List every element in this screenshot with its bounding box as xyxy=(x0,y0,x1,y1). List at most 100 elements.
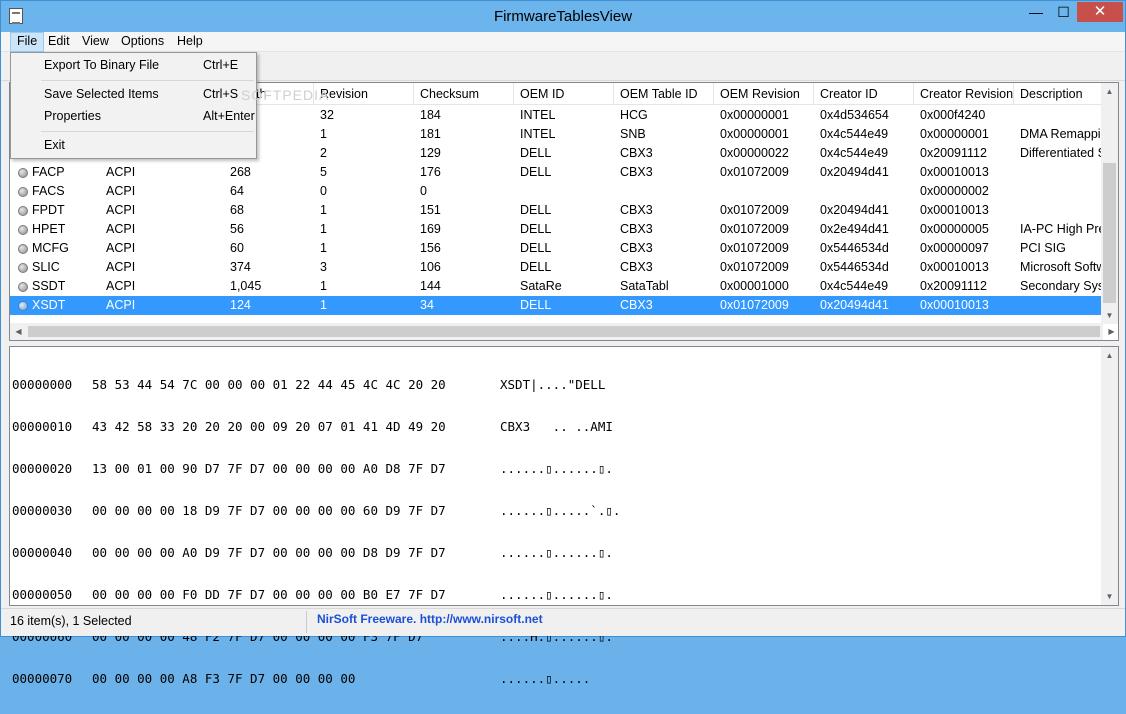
cell-revision: 1 xyxy=(320,222,327,236)
cell-length: 56 xyxy=(230,222,244,236)
hex-dump-panel[interactable]: 00000000 58 53 44 54 7C 00 00 00 01 22 44… xyxy=(9,346,1119,686)
menu-edit[interactable]: Edit xyxy=(42,32,76,52)
cell-revision: 1 xyxy=(320,279,327,293)
cell-oem-table-id: SNB xyxy=(620,127,646,141)
cell-description xyxy=(1020,201,1103,220)
cell-checksum: 0 xyxy=(420,184,427,198)
scroll-down-icon[interactable]: ▼ xyxy=(1101,307,1118,324)
cell-creator-revision: 0x00000097 xyxy=(920,241,989,255)
menu-file[interactable]: File xyxy=(10,32,45,52)
cell-oem-id: DELL xyxy=(520,260,552,274)
cell-oem-table-id: CBX3 xyxy=(620,298,653,312)
cell-oem-revision: 0x01072009 xyxy=(720,298,789,312)
cell-oem-revision: 0x01072009 xyxy=(720,241,789,255)
nirsoft-link[interactable]: NirSoft Freeware. http://www.nirsoft.net xyxy=(317,612,543,626)
cell-oem-revision: 0x00000001 xyxy=(720,108,789,122)
cell-description xyxy=(1020,163,1103,182)
cell-name: SLIC xyxy=(32,260,60,274)
cell-provider: ACPI xyxy=(106,203,136,217)
list-horizontal-thumb[interactable] xyxy=(28,326,1100,337)
table-row-selected[interactable]: XSDT ACPI 124 1 34 DELL CBX3 0x01072009 … xyxy=(10,296,1103,315)
cell-revision: 3 xyxy=(320,260,327,274)
table-row-icon xyxy=(18,187,28,197)
table-row[interactable]: FACP ACPI 268 5 176 DELL CBX3 0x01072009… xyxy=(10,163,1103,182)
cell-oem-id: SataRe xyxy=(520,279,562,293)
table-row[interactable]: HPET ACPI 56 1 169 DELL CBX3 0x01072009 … xyxy=(10,220,1103,239)
cell-creator-revision: 0x00010013 xyxy=(920,203,989,217)
menu-bar: File Edit View Options Help xyxy=(1,32,1125,52)
menu-view[interactable]: View xyxy=(76,32,115,52)
table-row-icon xyxy=(18,168,28,178)
column-header-description[interactable]: Description xyxy=(1014,83,1103,104)
cell-revision: 1 xyxy=(320,241,327,255)
cell-creator-revision: 0x00010013 xyxy=(920,260,989,274)
scroll-right-icon[interactable]: ▶ xyxy=(1103,323,1120,340)
cell-provider: ACPI xyxy=(106,222,136,236)
column-header-oem-revision[interactable]: OEM Revision xyxy=(714,83,814,104)
scroll-up-icon[interactable]: ▲ xyxy=(1101,83,1118,100)
table-row[interactable]: FACS ACPI 64 0 0 0x00000002 xyxy=(10,182,1103,201)
hex-line: 00000010 43 42 58 33 20 20 20 00 09 20 07… xyxy=(12,420,620,434)
menu-item-label: Save Selected Items xyxy=(44,87,159,101)
cell-name: SSDT xyxy=(32,279,66,293)
close-button[interactable]: ✕ xyxy=(1077,2,1123,22)
menu-options[interactable]: Options xyxy=(115,32,170,52)
cell-revision: 2 xyxy=(320,146,327,160)
menu-item-export-binary[interactable]: Export To Binary File Ctrl+E xyxy=(12,54,255,76)
hex-ascii: ......▯.....`.▯. xyxy=(500,503,621,518)
cell-creator-revision: 0x20091112 xyxy=(920,146,987,160)
cell-checksum: 34 xyxy=(420,298,434,312)
app-window: FirmwareTablesView — ☐ ✕ File Edit View … xyxy=(0,0,1126,686)
cell-oem-revision: 0x00000001 xyxy=(720,127,789,141)
cell-oem-revision: 0x00000022 xyxy=(720,146,789,160)
menu-item-properties[interactable]: Properties Alt+Enter xyxy=(12,105,255,127)
scroll-down-icon[interactable]: ▼ xyxy=(1101,588,1118,605)
column-header-checksum[interactable]: Checksum xyxy=(414,83,514,104)
cell-description: Differentiated S xyxy=(1020,146,1103,160)
table-row[interactable]: SSDT ACPI 1,045 1 144 SataRe SataTabl 0x… xyxy=(10,277,1103,296)
hex-ascii: XSDT|...."DELL xyxy=(500,377,606,392)
hex-bytes: 58 53 44 54 7C 00 00 00 01 22 44 45 4C 4… xyxy=(92,377,446,392)
cell-provider: ACPI xyxy=(106,184,136,198)
table-row[interactable]: FPDT ACPI 68 1 151 DELL CBX3 0x01072009 … xyxy=(10,201,1103,220)
hex-line: 00000050 00 00 00 00 F0 DD 7F D7 00 00 00… xyxy=(12,588,620,602)
maximize-button[interactable]: ☐ xyxy=(1050,2,1077,22)
title-bar[interactable]: FirmwareTablesView — ☐ ✕ xyxy=(1,1,1125,32)
menu-help[interactable]: Help xyxy=(171,32,209,52)
list-vertical-thumb[interactable] xyxy=(1103,163,1116,303)
menu-item-save-selected[interactable]: Save Selected Items Ctrl+S xyxy=(12,83,255,105)
cell-creator-id: 0x4d534654 xyxy=(820,108,889,122)
cell-name: FACS xyxy=(32,184,65,198)
cell-oem-id: DELL xyxy=(520,146,552,160)
cell-revision: 5 xyxy=(320,165,327,179)
menu-item-shortcut: Ctrl+S xyxy=(203,87,239,101)
hex-address: 00000030 xyxy=(12,503,73,518)
cell-oem-id: INTEL xyxy=(520,127,556,141)
hex-address: 00000000 xyxy=(12,377,73,392)
hex-bytes: 13 00 01 00 90 D7 7F D7 00 00 00 00 A0 D… xyxy=(92,461,446,476)
table-row-icon xyxy=(18,225,28,235)
list-horizontal-scrollbar[interactable]: ◀ ▶ xyxy=(10,323,1115,340)
cell-creator-revision: 0x00010013 xyxy=(920,298,989,312)
menu-item-exit[interactable]: Exit xyxy=(12,134,255,156)
column-header-creator-revision[interactable]: Creator Revision xyxy=(914,83,1014,104)
cell-length: 60 xyxy=(230,241,244,255)
scroll-left-icon[interactable]: ◀ xyxy=(10,323,27,340)
cell-creator-id: 0x4c544e49 xyxy=(820,127,889,141)
cell-creator-id: 0x2e494d41 xyxy=(820,222,889,236)
list-vertical-scrollbar[interactable]: ▲ ▼ xyxy=(1101,83,1118,324)
cell-oem-revision: 0x01072009 xyxy=(720,165,789,179)
column-header-oem-table-id[interactable]: OEM Table ID xyxy=(614,83,714,104)
cell-revision: 32 xyxy=(320,108,334,122)
hex-bytes: 00 00 00 00 18 D9 7F D7 00 00 00 00 60 D… xyxy=(92,503,446,518)
table-row[interactable]: SLIC ACPI 374 3 106 DELL CBX3 0x01072009… xyxy=(10,258,1103,277)
table-row[interactable]: MCFG ACPI 60 1 156 DELL CBX3 0x01072009 … xyxy=(10,239,1103,258)
table-row-icon xyxy=(18,282,28,292)
minimize-button[interactable]: — xyxy=(1022,2,1050,22)
scroll-up-icon[interactable]: ▲ xyxy=(1101,347,1118,364)
column-header-oem-id[interactable]: OEM ID xyxy=(514,83,614,104)
cell-oem-table-id: CBX3 xyxy=(620,165,653,179)
hex-vertical-scrollbar[interactable]: ▲ ▼ xyxy=(1101,347,1118,605)
column-header-creator-id[interactable]: Creator ID xyxy=(814,83,914,104)
cell-creator-id: 0x20494d41 xyxy=(820,298,889,312)
